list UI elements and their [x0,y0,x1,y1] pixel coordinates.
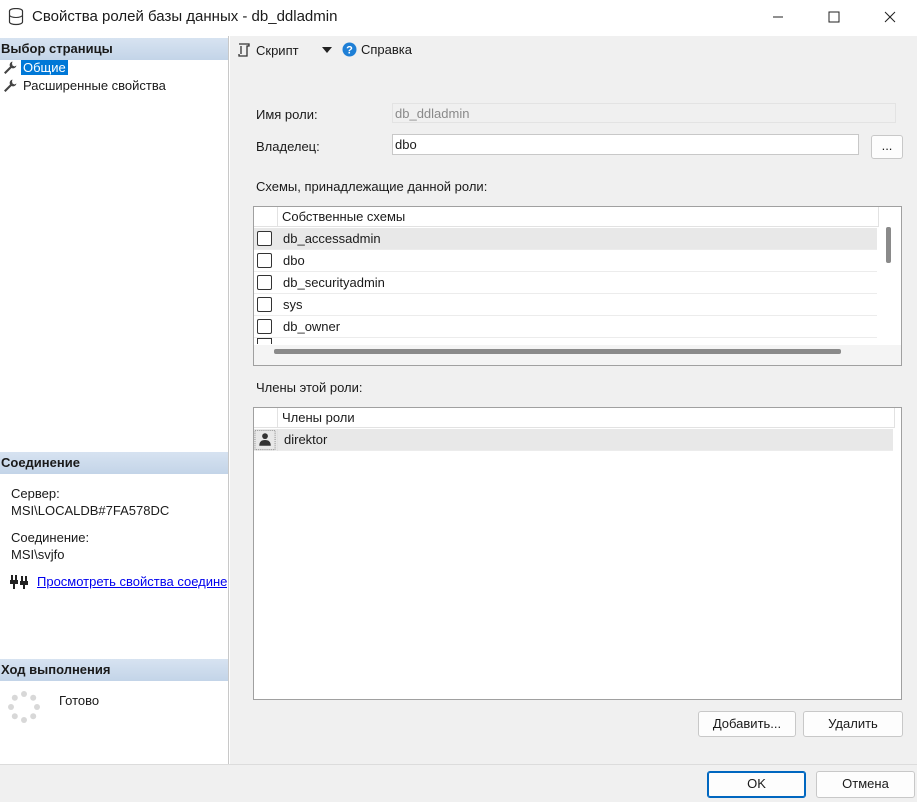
close-button[interactable] [867,0,913,34]
view-connection-properties-link[interactable]: Просмотреть свойства соединения [37,574,227,589]
vertical-scrollbar-thumb[interactable] [886,227,891,263]
database-icon [8,8,24,26]
user-icon [254,428,278,451]
dialog-footer: OK Отмена [0,764,917,802]
schema-checkbox[interactable] [257,253,272,268]
schema-name: sys [283,297,303,312]
remove-member-button[interactable]: Удалить [803,711,903,737]
connection-header: Соединение [0,452,228,474]
schema-checkbox[interactable] [257,275,272,290]
cancel-button[interactable]: Отмена [816,771,915,798]
help-button[interactable]: ? Справка [342,42,412,57]
schema-row[interactable]: dbo [254,250,877,272]
schema-row[interactable]: db_accessadmin [254,228,877,250]
schema-checkbox[interactable] [257,297,272,312]
close-icon [884,11,896,23]
page-item-extended-properties[interactable]: Расширенные свойства [2,77,168,94]
minimize-icon [773,16,783,18]
page-item-label: Общие [21,60,68,75]
role-name-label: Имя роли: [256,107,318,122]
help-label: Справка [361,42,412,57]
owned-schemas-column-header[interactable]: Собственные схемы [278,207,879,226]
ok-button[interactable]: OK [707,771,806,798]
add-member-button[interactable]: Добавить... [698,711,796,737]
schema-name: dbo [283,253,305,268]
window-title: Свойства ролей базы данных - db_ddladmin [32,8,338,25]
connection-label: Соединение: [11,530,90,545]
schema-row[interactable]: db_securityadmin [254,272,877,294]
page-item-general[interactable]: Общие [2,59,68,76]
server-value: MSI\LOCALDB#7FA578DC [11,503,170,518]
title-bar: Свойства ролей базы данных - db_ddladmin [0,0,917,34]
server-label: Сервер: [11,486,60,501]
owner-label: Владелец: [256,139,320,154]
role-name-field: db_ddladmin [392,103,896,123]
schema-row[interactable]: sys [254,294,877,316]
schema-name: db_owner [283,319,341,334]
grid-header: Члены роли [254,408,895,428]
progress-spinner-icon [8,691,40,723]
progress-header: Ход выполнения [0,659,228,681]
script-label: Скрипт [256,42,299,58]
schema-name: db_securityadmin [283,275,385,290]
owner-input[interactable]: dbo [392,134,859,155]
browse-owner-button[interactable]: ... [871,135,903,159]
role-members-grid[interactable]: Члены роли direktor [253,407,902,700]
svg-text:?: ? [346,45,353,57]
connection-value: MSI\svjfo [11,547,65,562]
help-icon: ? [342,42,357,57]
members-label: Члены этой роли: [256,380,363,395]
maximize-button[interactable] [811,0,857,34]
script-dropdown-button[interactable] [322,46,332,54]
role-members-column-header[interactable]: Члены роли [278,408,895,427]
progress-status: Готово [59,693,100,708]
page-item-label: Расширенные свойства [23,78,166,93]
script-button[interactable]: Скрипт [236,42,299,58]
horizontal-scrollbar[interactable] [254,345,901,365]
schemas-label: Схемы, принадлежащие данной роли: [256,179,488,194]
wrench-icon [4,61,17,74]
caret-down-icon [322,47,332,53]
connection-properties-icon [10,575,28,589]
owned-schemas-grid[interactable]: Собственные схемы db_accessadmin dbo db_… [253,206,902,366]
wrench-icon [4,79,17,92]
script-icon [238,43,250,57]
maximize-icon [828,11,840,23]
grid-header: Собственные схемы [254,207,879,227]
minimize-button[interactable] [755,0,801,34]
schema-name: db_accessadmin [283,231,381,246]
select-page-header: Выбор страницы [0,38,228,60]
schema-row[interactable]: db_owner [254,316,877,338]
left-panel: Выбор страницы Общие Расширенные свойств… [0,36,229,764]
member-name: direktor [284,432,328,447]
toolbar: Скрипт ? Справка [230,36,917,66]
horizontal-scrollbar-thumb[interactable] [274,349,841,354]
schema-checkbox[interactable] [257,231,272,246]
schema-checkbox[interactable] [257,319,272,334]
member-row[interactable]: direktor [254,428,893,451]
